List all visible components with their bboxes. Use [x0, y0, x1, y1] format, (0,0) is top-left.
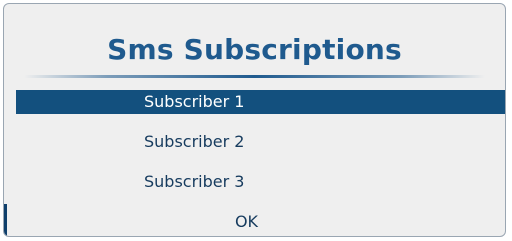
title-divider [24, 75, 485, 78]
subscriber-menu: Subscriber 1 Subscriber 2 Subscriber 3 O… [16, 90, 505, 234]
dialog-accent-edge [4, 204, 7, 236]
menu-item-subscriber-3[interactable]: Subscriber 3 [16, 170, 505, 194]
sms-subscriptions-dialog: Sms Subscriptions Subscriber 1 Subscribe… [3, 3, 506, 237]
ok-button[interactable]: OK [16, 210, 505, 234]
ok-button-label: OK [234, 212, 259, 231]
menu-item-label: Subscriber 2 [144, 132, 245, 151]
menu-item-subscriber-2[interactable]: Subscriber 2 [16, 130, 505, 154]
menu-item-label: Subscriber 1 [144, 92, 245, 111]
menu-item-subscriber-1[interactable]: Subscriber 1 [16, 90, 505, 114]
menu-item-label: Subscriber 3 [144, 172, 245, 191]
dialog-title: Sms Subscriptions [107, 33, 402, 66]
